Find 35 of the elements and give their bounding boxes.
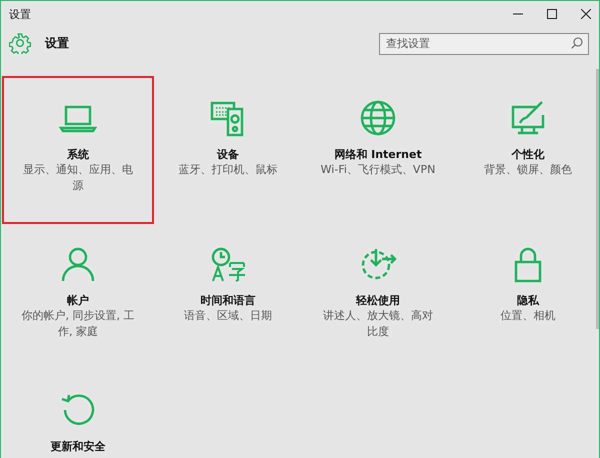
tile-description: 讲述人、放大镜、高对比度 xyxy=(322,308,434,340)
tile-description: 显示、通知、应用、电源 xyxy=(22,162,134,194)
maximize-icon[interactable] xyxy=(547,9,557,19)
settings-tile[interactable]: 更新和安全 xyxy=(3,369,153,458)
tile-title: 网络和 Internet xyxy=(334,147,422,162)
tile-description: Wi-Fi、飞行模式、VPN xyxy=(320,162,436,178)
close-icon[interactable] xyxy=(581,9,591,19)
search-field[interactable]: 查找设置 xyxy=(379,32,589,54)
tile-title: 系统 xyxy=(67,147,89,162)
tile-description: 背景、锁屏、颜色 xyxy=(484,162,572,178)
tile-title: 设备 xyxy=(217,147,239,162)
tile-description: 位置、相机 xyxy=(500,308,556,324)
globe-icon xyxy=(358,99,398,137)
tile-description: 语音、区域、日期 xyxy=(184,308,272,324)
settings-tile[interactable]: 系统 显示、通知、应用、电源 xyxy=(3,77,153,223)
scrollbar[interactable] xyxy=(596,69,599,329)
page-title: 设置 xyxy=(45,34,69,52)
tile-title: 帐户 xyxy=(67,293,89,308)
tile-title: 时间和语言 xyxy=(200,293,256,308)
settings-tile[interactable]: 隐私 位置、相机 xyxy=(453,223,599,369)
settings-tile[interactable]: 帐户 你的帐户, 同步设置, 工作, 家庭 xyxy=(3,223,153,369)
tile-title: 轻松使用 xyxy=(356,293,400,308)
settings-icon xyxy=(9,32,31,54)
tile-title: 个性化 xyxy=(512,147,544,162)
settings-tile[interactable]: 轻松使用 讲述人、放大镜、高对比度 xyxy=(303,223,453,369)
window-title: 设置 xyxy=(9,6,31,22)
settings-tile[interactable]: 网络和 Internet Wi-Fi、飞行模式、VPN xyxy=(303,77,453,223)
tile-title: 更新和安全 xyxy=(50,439,106,454)
tile-title: 隐私 xyxy=(517,293,539,308)
settings-tile[interactable]: 时间和语言 语音、区域、日期 xyxy=(153,223,303,369)
tile-description: 你的帐户, 同步设置, 工作, 家庭 xyxy=(20,308,136,340)
tile-description: 蓝牙、打印机、鼠标 xyxy=(178,162,278,178)
settings-tile[interactable]: 设备 蓝牙、打印机、鼠标 xyxy=(153,77,303,223)
settings-tile[interactable]: 个性化 背景、锁屏、颜色 xyxy=(453,77,599,223)
search-icon[interactable] xyxy=(571,37,583,49)
